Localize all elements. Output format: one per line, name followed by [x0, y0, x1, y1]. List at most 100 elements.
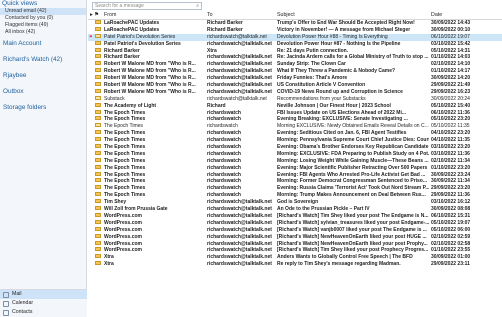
message-status-cell[interactable] — [88, 219, 102, 227]
message-row[interactable]: The Epoch Times richardswatch Evening: FBI… — [88, 171, 502, 179]
message-status-cell[interactable] — [88, 82, 102, 89]
message-row[interactable]: LaRoachePAC Updates Richard Barker Victory… — [88, 26, 502, 34]
message-row[interactable]: Xtra richardswatch@talktalk.net Anders Wan… — [88, 254, 502, 261]
message-row[interactable]: The Epoch Times richardswatch Evening: Oba… — [88, 144, 502, 151]
quick-views-header[interactable]: Quick views — [0, 0, 86, 8]
message-status-cell[interactable] — [88, 68, 102, 75]
message-row[interactable]: WordPress.com richardswatch@talktalk.net [… — [88, 233, 502, 241]
message-row[interactable]: WordPress.com richardswatch@talktalk.net [… — [88, 240, 502, 248]
message-row[interactable]: Tim Shey richardswatch@talktalk.net God is… — [88, 199, 502, 206]
message-row[interactable]: LaRoachePAC Updates Richard Barker Trump's… — [88, 20, 502, 27]
quick-view-item[interactable]: Unread email (42) — [0, 8, 86, 15]
message-row[interactable]: Will Zoll from Prussia Gate richardswatch… — [88, 206, 502, 213]
message-status-cell[interactable]: ⚑ — [88, 33, 102, 41]
message-row[interactable]: The Epoch Times richardswatch Evening Brea… — [88, 116, 502, 123]
message-status-cell[interactable] — [88, 40, 102, 48]
message-status-cell[interactable] — [88, 206, 102, 213]
message-status-cell[interactable] — [88, 212, 102, 220]
message-status-cell[interactable] — [88, 164, 102, 172]
message-row[interactable]: WordPress.com richardswatch@talktalk.net [… — [88, 212, 502, 220]
column-icons[interactable]: ▸ ⚑ — [88, 12, 102, 18]
message-status-cell[interactable] — [88, 20, 102, 27]
message-status-cell[interactable] — [88, 123, 102, 130]
message-row[interactable]: Robert W Malone MD from "Who is R... rich… — [88, 88, 502, 96]
message-date: 05/10/2022 23:20 — [431, 116, 471, 123]
message-row[interactable]: The Academy of Light Richard Neville Johns… — [88, 102, 502, 110]
message-row[interactable]: The Epoch Times richardswatch Morning: Pen… — [88, 137, 502, 144]
quick-view-item[interactable]: Contacted by you (0) — [0, 15, 86, 22]
module-mail[interactable]: Mail — [0, 290, 87, 299]
message-status-cell[interactable] — [88, 130, 102, 137]
message-row[interactable]: Substack richardswatch@talktalk.net Recomm… — [88, 95, 502, 103]
message-row[interactable]: Xtra richardswatch@talktalk.net Re reply t… — [88, 261, 502, 268]
message-row[interactable]: The Epoch Times richardswatch Morning: For… — [88, 178, 502, 185]
message-date: 02/10/2022 02:58 — [431, 240, 471, 247]
accounts-list: Main Account Richard's Watch (42) Rjaybee O… — [0, 36, 86, 116]
message-status-cell[interactable] — [88, 254, 102, 261]
module-contacts[interactable]: Contacts — [0, 308, 87, 317]
message-row[interactable]: The Epoch Times richardswatch Evening: Sed… — [88, 130, 502, 137]
message-status-cell[interactable] — [88, 109, 102, 117]
message-row[interactable]: Robert W Malone MD from "Who is R... rich… — [88, 75, 502, 82]
sidebar-item-account[interactable]: Main Account — [0, 36, 86, 52]
sidebar-item-account[interactable]: Richard's Watch (42) — [0, 52, 86, 68]
message-status-cell[interactable] — [88, 157, 102, 165]
message-status-cell[interactable] — [88, 116, 102, 123]
message-row[interactable]: The Epoch Times richardswatch Morning EXCL… — [88, 123, 502, 130]
message-to: richardswatch@talktalk.net — [207, 61, 272, 68]
message-from: WordPress.com — [104, 219, 142, 226]
search-input[interactable]: Search for a message ⌕ — [92, 1, 202, 10]
message-row[interactable]: The Epoch Times richardswatch Evening: Maj… — [88, 164, 502, 172]
message-status-cell[interactable] — [88, 247, 102, 254]
message-row[interactable]: Robert W Malone MD from "Who is R... rich… — [88, 61, 502, 68]
message-row[interactable]: The Epoch Times richardswatch Morning: EXC… — [88, 150, 502, 158]
message-row[interactable]: WordPress.com richardswatch@talktalk.net [… — [88, 226, 502, 234]
message-status-cell[interactable] — [88, 226, 102, 234]
message-row[interactable]: The Epoch Times richardswatch FBI Issues U… — [88, 109, 502, 117]
quick-view-item[interactable]: All inbox (42) — [0, 29, 86, 36]
message-status-cell[interactable] — [88, 54, 102, 61]
message-status-cell[interactable] — [88, 150, 102, 158]
message-status-cell[interactable] — [88, 95, 102, 103]
message-status-cell[interactable] — [88, 178, 102, 185]
search-icon[interactable]: ⌕ — [196, 3, 199, 9]
message-row[interactable]: Robert W Malone MD from "Who is R... rich… — [88, 82, 502, 89]
column-to[interactable]: To — [205, 12, 275, 18]
message-status-cell[interactable] — [88, 192, 102, 199]
message-status-cell[interactable] — [88, 185, 102, 192]
message-from: LaRoachePAC Updates — [104, 20, 160, 26]
message-status-cell[interactable] — [88, 233, 102, 241]
column-date[interactable]: Date — [429, 12, 499, 18]
quick-view-item[interactable]: Flagged items (49) — [0, 22, 86, 29]
module-calendar[interactable]: Calendar — [0, 299, 87, 308]
message-row[interactable]: Robert W Malone MD from "Who is R... rich… — [88, 68, 502, 75]
message-row[interactable]: The Epoch Times richardswatch Morning: Los… — [88, 157, 502, 165]
message-status-cell[interactable] — [88, 144, 102, 151]
column-subject[interactable]: Subject — [275, 12, 429, 18]
column-from[interactable]: From — [102, 12, 205, 18]
message-status-cell[interactable] — [88, 137, 102, 144]
sidebar-item-account[interactable]: Storage folders — [0, 100, 86, 116]
message-status-cell[interactable] — [88, 102, 102, 110]
flag-icon[interactable]: ⚑ — [89, 34, 93, 39]
message-row[interactable]: The Epoch Times richardswatch Morning: Tru… — [88, 192, 502, 199]
message-row[interactable]: Richard Barker richardswatch@talktalk.net… — [88, 54, 502, 61]
message-status-cell[interactable] — [88, 26, 102, 34]
message-status-cell[interactable] — [88, 199, 102, 206]
message-row[interactable]: WordPress.com richardswatch@talktalk.net [… — [88, 219, 502, 227]
message-row[interactable]: WordPress.com richardswatch@talktalk.net [… — [88, 247, 502, 254]
message-status-cell[interactable] — [88, 171, 102, 179]
sidebar-item-account[interactable]: Rjaybee — [0, 68, 86, 84]
message-status-cell[interactable] — [88, 261, 102, 268]
message-status-cell[interactable] — [88, 88, 102, 96]
message-row[interactable]: The Epoch Times richardswatch Evening: Rus… — [88, 185, 502, 192]
message-status-cell[interactable] — [88, 240, 102, 248]
message-status-cell[interactable] — [88, 75, 102, 82]
message-row[interactable]: Patel Patriot's Devolution Series richard… — [88, 40, 502, 48]
message-status-cell[interactable] — [88, 61, 102, 68]
message-subject: Evening: FBI Agents Who Arrested Pro-Lif… — [277, 171, 426, 178]
message-status-cell[interactable] — [88, 47, 102, 55]
message-row[interactable]: Richard Barker Xtra Re: 21 days Putin conn… — [88, 47, 502, 55]
sidebar-item-account[interactable]: Outbox — [0, 84, 86, 100]
message-row[interactable]: ⚑ Patel Patriot's Devolution Series richar… — [88, 33, 502, 41]
